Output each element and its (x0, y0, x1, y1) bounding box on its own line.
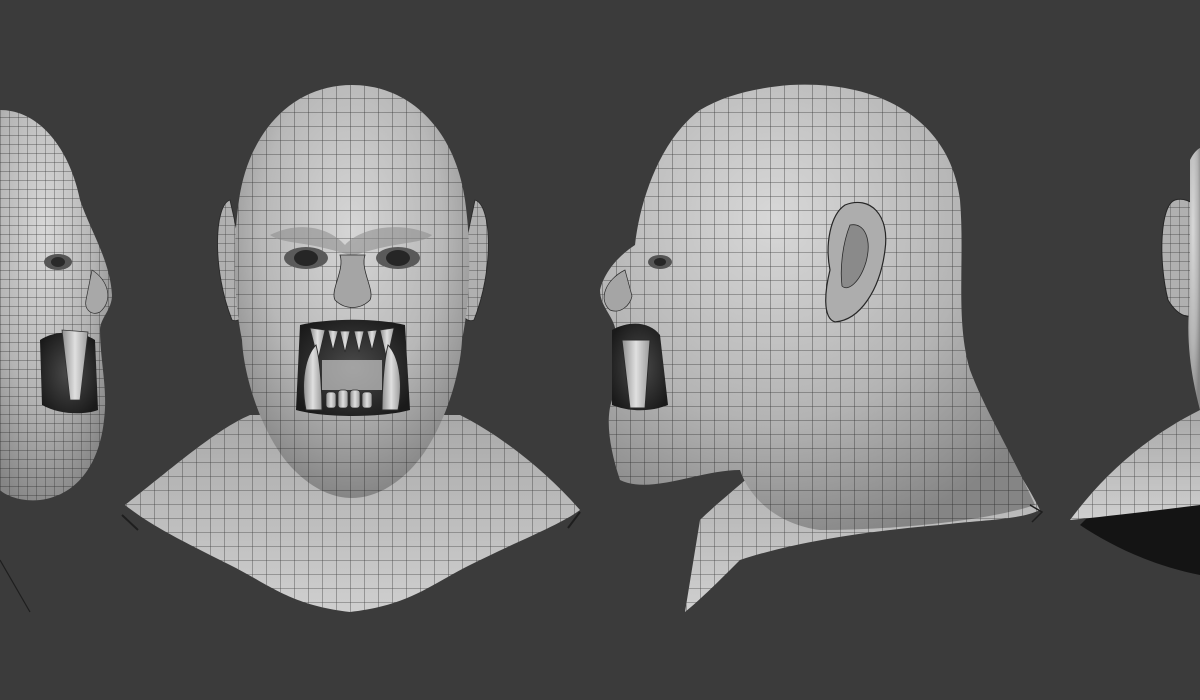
side-profile-view (600, 84, 1044, 612)
left-partial-profile-view (0, 110, 112, 613)
front-view (121, 85, 581, 612)
right-partial-view (1070, 148, 1200, 575)
3d-viewport[interactable] (0, 0, 1200, 700)
render-canvas (0, 84, 1200, 613)
